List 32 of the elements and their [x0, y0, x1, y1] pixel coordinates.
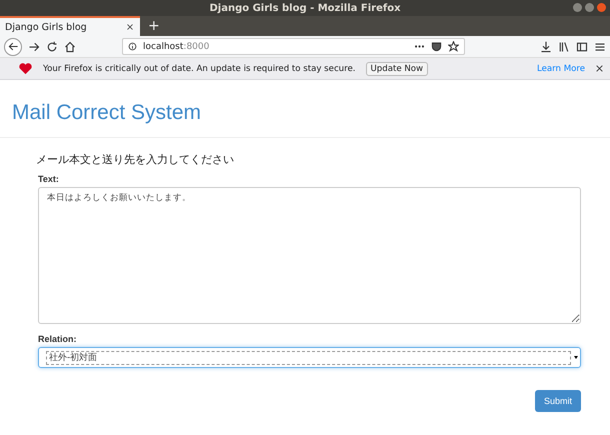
home-icon[interactable] [64, 40, 76, 52]
heart-icon [18, 61, 33, 76]
caret-icon [574, 356, 578, 359]
star-icon[interactable] [448, 41, 459, 52]
forward-arrow-icon[interactable] [28, 40, 40, 52]
close-button[interactable] [597, 3, 606, 12]
shield-icon[interactable] [431, 41, 442, 52]
submit-button[interactable]: Submit [534, 390, 581, 412]
text-input-field[interactable]: 本日はよろしくお願いいたします。 [38, 187, 581, 324]
update-message: Your Firefox is critically out of date. An update is required to stay secure. [43, 64, 356, 74]
browser-tab[interactable]: Django Girls blog [0, 16, 140, 36]
close-icon[interactable] [126, 23, 134, 31]
download-icon[interactable] [540, 40, 552, 52]
field-label: Text: [38, 174, 60, 184]
reload-icon[interactable] [46, 40, 58, 52]
menu-icon[interactable] [594, 40, 606, 52]
new-tab-button[interactable]: + [140, 16, 168, 36]
form-heading: メール本文と送り先を入力してください [36, 152, 235, 167]
window-title: Django Girls blog - Mozilla Firefox [209, 2, 401, 14]
address-bar[interactable]: localhost:8000 [122, 38, 465, 55]
library-icon[interactable] [558, 40, 570, 52]
update-now-button[interactable]: Update Now [366, 62, 428, 76]
sidebar-icon[interactable] [576, 40, 588, 52]
minimize-button[interactable] [573, 3, 582, 12]
close-icon[interactable] [595, 64, 604, 73]
back-button[interactable] [4, 38, 22, 56]
relation-select[interactable]: 社外-初対面 [38, 347, 581, 368]
maximize-button[interactable] [585, 3, 594, 12]
back-arrow-icon [8, 41, 18, 52]
field-label: Relation: [38, 334, 78, 344]
site-title: Mail Correct System [12, 100, 202, 124]
info-icon [128, 42, 137, 51]
